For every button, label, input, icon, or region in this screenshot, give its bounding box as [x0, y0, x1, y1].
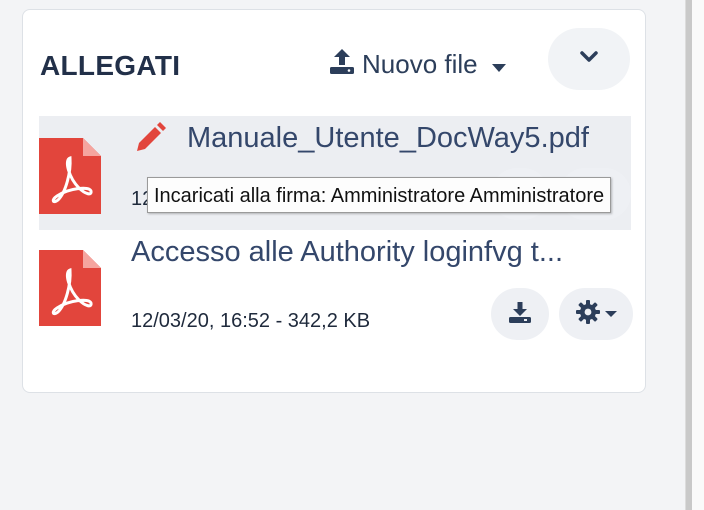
caret-down-icon	[491, 49, 506, 80]
pencil-icon	[133, 121, 167, 155]
file-name-link[interactable]: Accesso alle Authority loginfvg t...	[131, 236, 627, 269]
new-file-button[interactable]: Nuovo file	[328, 44, 506, 84]
download-icon	[508, 300, 532, 329]
gear-icon	[575, 299, 601, 330]
panel-title: ALLEGATI	[40, 50, 181, 81]
file-meta: 12/03/20, 16:52 - 342,2 KB	[131, 310, 371, 332]
pdf-file-icon	[39, 250, 101, 326]
signers-tooltip: Incaricati alla firma: Amministratore Am…	[147, 177, 612, 213]
file-name-link[interactable]: Manuale_Utente_DocWay5.pdf	[187, 122, 629, 155]
attachment-row: Accesso alle Authority loginfvg t... 12/…	[39, 234, 633, 362]
download-button[interactable]	[491, 288, 549, 340]
pdf-file-icon	[39, 138, 101, 214]
chevron-down-icon	[580, 50, 598, 68]
caret-down-icon	[605, 305, 617, 323]
collapse-panel-button[interactable]	[548, 28, 630, 90]
new-file-label: Nuovo file	[362, 48, 478, 79]
page-scrollbar[interactable]	[685, 0, 704, 510]
file-options-button[interactable]	[559, 288, 633, 340]
upload-icon	[328, 47, 356, 82]
scrollbar-thumb[interactable]	[686, 0, 692, 510]
